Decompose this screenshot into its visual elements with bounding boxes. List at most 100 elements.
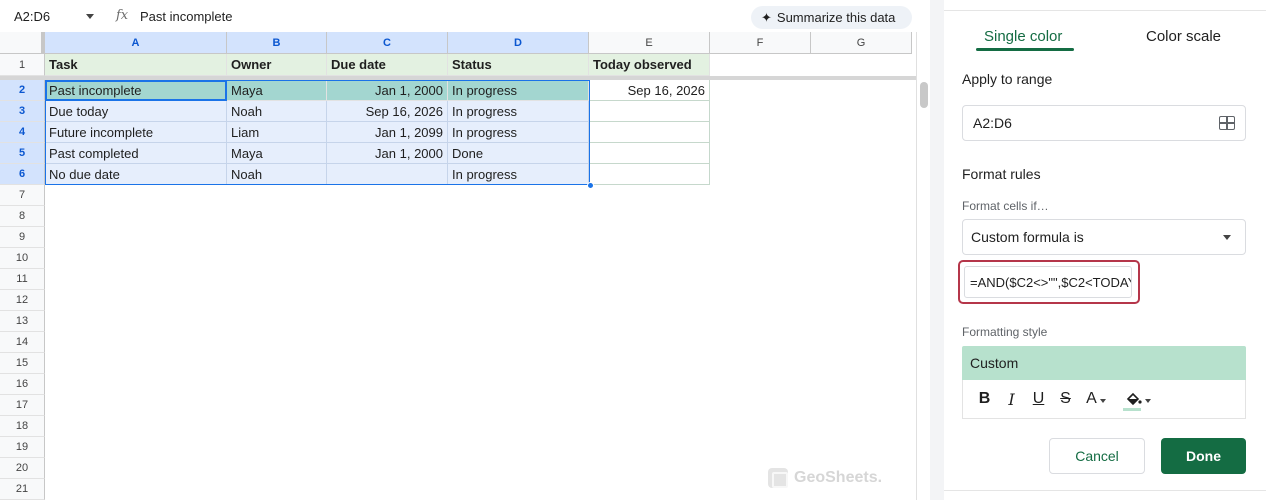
table-cell[interactable] — [589, 122, 710, 143]
row-header-16[interactable]: 16 — [0, 374, 45, 395]
row-header-17[interactable]: 17 — [0, 395, 45, 416]
custom-formula-input[interactable]: =AND($C2<>"",$C2<TODAY()) — [964, 266, 1132, 298]
row-header-20[interactable]: 20 — [0, 458, 45, 479]
apply-to-range-label: Apply to range — [962, 71, 1053, 87]
column-header-b[interactable]: B — [227, 32, 327, 54]
table-cell[interactable]: Maya — [227, 80, 327, 101]
watermark: GeoSheets. — [768, 468, 882, 488]
vertical-scrollbar[interactable] — [916, 32, 930, 500]
formula-input-highlight: =AND($C2<>"",$C2<TODAY()) — [958, 260, 1140, 304]
chevron-down-icon — [1223, 235, 1231, 240]
row-header-21[interactable]: 21 — [0, 479, 45, 500]
table-cell[interactable] — [589, 101, 710, 122]
row-header-9[interactable]: 9 — [0, 227, 45, 248]
table-cell[interactable]: Sep 16, 2026 — [589, 80, 710, 101]
row-header-12[interactable]: 12 — [0, 290, 45, 311]
row-header-8[interactable]: 8 — [0, 206, 45, 227]
underline-icon[interactable]: U — [1025, 387, 1052, 411]
column-header-c[interactable]: C — [327, 32, 448, 54]
table-cell[interactable]: Liam — [227, 122, 327, 143]
table-cell[interactable]: Noah — [227, 101, 327, 122]
table-cell[interactable]: In progress — [448, 80, 589, 101]
column-header-e[interactable]: E — [589, 32, 710, 54]
style-preset-dropdown[interactable]: Custom — [962, 346, 1246, 380]
summarize-button-label: Summarize this data — [776, 10, 896, 25]
column-header-f[interactable]: F — [710, 32, 811, 54]
name-box[interactable]: A2:D6 — [0, 4, 104, 28]
formatting-style-label: Formatting style — [962, 325, 1048, 339]
summarize-button[interactable]: ✦ Summarize this data — [751, 6, 912, 29]
bold-icon[interactable]: B — [971, 387, 998, 411]
column-header-g[interactable]: G — [811, 32, 912, 54]
column-header-a[interactable]: A — [45, 32, 227, 54]
range-input[interactable]: A2:D6 — [962, 105, 1246, 141]
chevron-down-icon — [86, 13, 94, 19]
format-rules-heading: Format rules — [962, 166, 1041, 182]
row-header-11[interactable]: 11 — [0, 269, 45, 290]
table-cell[interactable] — [589, 143, 710, 164]
table-cell[interactable]: Done — [448, 143, 589, 164]
fill-color-icon[interactable] — [1119, 387, 1155, 411]
scrollbar-thumb[interactable] — [920, 82, 928, 108]
row-header-19[interactable]: 19 — [0, 437, 45, 458]
table-cell[interactable]: No due date — [45, 164, 227, 185]
table-cell[interactable]: Past completed — [45, 143, 227, 164]
row-header-4[interactable]: 4 — [0, 122, 45, 143]
table-cell[interactable] — [327, 164, 448, 185]
row-header-10[interactable]: 10 — [0, 248, 45, 269]
table-cell[interactable]: Due today — [45, 101, 227, 122]
function-icon: fx — [116, 8, 129, 23]
column-header-d[interactable]: D — [448, 32, 589, 54]
header-cell[interactable]: Task — [45, 54, 227, 76]
table-cell[interactable]: In progress — [448, 122, 589, 143]
table-cell[interactable]: In progress — [448, 101, 589, 122]
formula-bar: A2:D6 fx Past incomplete ✦ Summarize thi… — [0, 0, 920, 32]
row-header-6[interactable]: 6 — [0, 164, 45, 185]
fill-handle[interactable] — [587, 182, 594, 189]
header-cell[interactable]: Today observed — [589, 54, 710, 76]
formula-input[interactable]: Past incomplete — [140, 9, 233, 24]
select-all-corner[interactable] — [0, 32, 45, 54]
table-cell[interactable]: Future incomplete — [45, 122, 227, 143]
row-header-3[interactable]: 3 — [0, 101, 45, 122]
row-header-2[interactable]: 2 — [0, 80, 45, 101]
sparkle-icon: ✦ — [761, 9, 772, 25]
condition-dropdown-value: Custom formula is — [971, 229, 1084, 245]
geosheets-logo-icon — [768, 468, 788, 488]
table-cell[interactable] — [589, 164, 710, 185]
paint-bucket-icon — [1126, 392, 1142, 406]
text-color-icon[interactable]: A — [1079, 387, 1113, 411]
select-range-icon[interactable] — [1219, 116, 1235, 130]
tab-color-scale[interactable]: Color scale — [1146, 28, 1221, 45]
header-cell[interactable]: Due date — [327, 54, 448, 76]
divider — [944, 490, 1266, 491]
done-button[interactable]: Done — [1161, 438, 1246, 474]
table-cell[interactable]: Past incomplete — [45, 80, 227, 101]
row-header-14[interactable]: 14 — [0, 332, 45, 353]
table-cell[interactable]: Maya — [227, 143, 327, 164]
header-cell[interactable]: Owner — [227, 54, 327, 76]
header-cell[interactable]: Status — [448, 54, 589, 76]
table-cell[interactable]: Jan 1, 2000 — [327, 80, 448, 101]
row-header-1[interactable]: 1 — [0, 54, 45, 76]
style-preview-label: Custom — [970, 355, 1019, 371]
table-cell[interactable]: Jan 1, 2099 — [327, 122, 448, 143]
row-header-18[interactable]: 18 — [0, 416, 45, 437]
italic-icon[interactable]: I — [998, 387, 1025, 411]
table-cell[interactable]: Jan 1, 2000 — [327, 143, 448, 164]
divider — [944, 10, 1266, 11]
table-cell[interactable]: In progress — [448, 164, 589, 185]
row-header-13[interactable]: 13 — [0, 311, 45, 332]
tab-single-color[interactable]: Single color — [984, 28, 1062, 45]
cancel-button[interactable]: Cancel — [1049, 438, 1145, 474]
conditional-format-panel: Single color Color scale Apply to range … — [944, 0, 1280, 500]
row-header-15[interactable]: 15 — [0, 353, 45, 374]
strikethrough-icon[interactable]: S — [1052, 387, 1079, 411]
table-cell[interactable]: Sep 16, 2026 — [327, 101, 448, 122]
row-header-5[interactable]: 5 — [0, 143, 45, 164]
spreadsheet-grid[interactable]: ABCDEFG 1 2 3 4 5 6 7 8 9 10 11 12 13 14 15 16 17 18 19 20 2… — [0, 32, 916, 500]
condition-dropdown[interactable]: Custom formula is — [962, 219, 1246, 255]
fill-color-swatch — [1123, 408, 1141, 411]
row-header-7[interactable]: 7 — [0, 185, 45, 206]
table-cell[interactable]: Noah — [227, 164, 327, 185]
